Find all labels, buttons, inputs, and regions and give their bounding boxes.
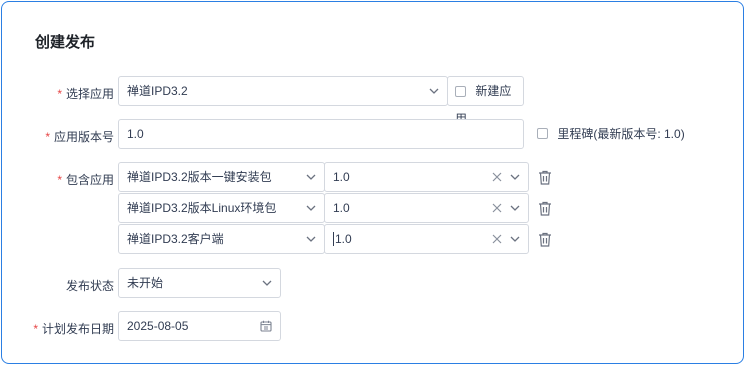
chevron-down-icon [262, 269, 272, 297]
chevron-down-icon [510, 163, 520, 191]
include-app-select[interactable]: 禅道IPD3.2客户端 [118, 224, 325, 254]
status-select-value: 未开始 [127, 276, 164, 290]
include-app-value: 禅道IPD3.2版本Linux环境包 [127, 201, 277, 215]
milestone-option[interactable]: 里程碑(最新版本号: 1.0) [537, 126, 685, 141]
include-version-value: 1.0 [333, 170, 350, 184]
app-select[interactable]: 禅道IPD3.2 [118, 76, 448, 106]
required-mark: * [57, 87, 62, 101]
trash-icon[interactable] [538, 232, 552, 247]
include-app-value: 禅道IPD3.2客户端 [127, 232, 224, 246]
include-app-value: 禅道IPD3.2版本一键安装包 [127, 170, 272, 184]
calendar-icon[interactable] [260, 320, 272, 332]
status-field-label: 发布状态 [65, 279, 114, 293]
trash-icon[interactable] [538, 170, 552, 185]
date-picker-value: 2025-08-05 [127, 319, 189, 333]
chevron-down-icon [429, 77, 439, 105]
chevron-down-icon [306, 194, 316, 222]
page-title: 创建发布 [35, 34, 96, 51]
chevron-down-icon [510, 225, 520, 253]
include-version-value: 1.0 [333, 232, 352, 246]
create-release-panel: 创建发布 *选择应用 禅道IPD3.2 新建应用 *应用版本号 1.0 里程碑(… [1, 1, 744, 364]
close-icon[interactable] [492, 225, 502, 253]
date-field-label: * 计划发布日期 [33, 322, 114, 336]
include-version-select[interactable]: 1.0 [324, 193, 529, 223]
include-app-select[interactable]: 禅道IPD3.2版本Linux环境包 [118, 193, 325, 223]
date-picker-input[interactable]: 2025-08-05 [118, 311, 281, 341]
milestone-checkbox[interactable] [537, 128, 548, 140]
version-input[interactable]: 1.0 [118, 119, 524, 149]
app-field-label: * 选择应用 [57, 87, 114, 101]
required-mark: * [45, 130, 50, 144]
include-version-select[interactable]: 1.0 [324, 162, 529, 192]
milestone-label: 里程碑(最新版本号: 1.0) [557, 126, 685, 141]
include-version-select[interactable]: 1.0 [324, 224, 529, 254]
required-mark: * [57, 173, 62, 187]
include-app-select[interactable]: 禅道IPD3.2版本一键安装包 [118, 162, 325, 192]
chevron-down-icon [510, 194, 520, 222]
new-app-checkbox-group[interactable]: 新建应用 [447, 76, 524, 126]
trash-icon[interactable] [538, 201, 552, 216]
close-icon[interactable] [492, 163, 502, 191]
status-select[interactable]: 未开始 [118, 268, 281, 298]
version-input-value: 1.0 [127, 127, 144, 141]
required-mark: * [33, 322, 38, 336]
version-field-label: * 应用版本号 [45, 130, 114, 144]
chevron-down-icon [306, 163, 316, 191]
include-version-value: 1.0 [333, 201, 350, 215]
new-app-checkbox[interactable] [455, 86, 466, 98]
includes-field-label: * 包含应用 [57, 173, 114, 187]
chevron-down-icon [306, 225, 316, 253]
close-icon[interactable] [492, 194, 502, 222]
app-select-value: 禅道IPD3.2 [127, 84, 188, 98]
